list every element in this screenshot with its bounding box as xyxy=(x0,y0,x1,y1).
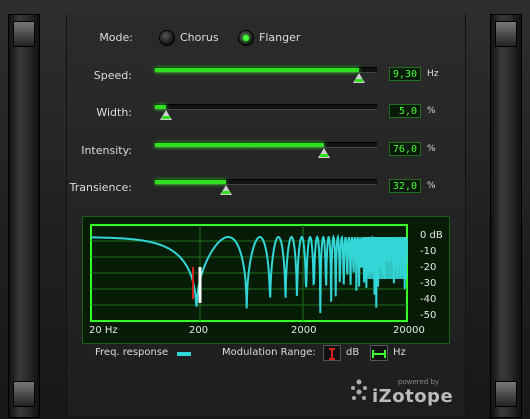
hz-range-icon[interactable] xyxy=(370,345,388,361)
rail-screw xyxy=(13,21,35,47)
width-value-field[interactable]: 5,0 xyxy=(389,104,421,118)
intensity-label: Intensity: xyxy=(81,144,132,157)
transience-label: Transience: xyxy=(69,181,132,194)
y-tick-label: -20 xyxy=(420,262,437,273)
right-rack-rail xyxy=(490,14,522,418)
speed-slider-handle[interactable] xyxy=(353,73,366,83)
intensity-slider[interactable] xyxy=(155,142,377,158)
intensity-fill xyxy=(155,143,324,147)
y-tick-label: -10 xyxy=(420,246,437,257)
intensity-value-field[interactable]: 76,0 xyxy=(389,142,421,156)
width-fill xyxy=(155,105,167,109)
speed-value-field[interactable]: 9,30 xyxy=(389,67,421,81)
width-unit: % xyxy=(427,106,436,116)
izotope-logo-text: iZotope xyxy=(372,386,454,407)
chorus-label: Chorus xyxy=(180,31,219,44)
transience-unit: % xyxy=(427,181,436,191)
freq-response-swatch xyxy=(177,352,191,356)
db-range-label: dB xyxy=(346,347,360,358)
hz-range-label: Hz xyxy=(393,347,406,358)
y-tick-label: -40 xyxy=(420,294,437,305)
transience-value-field[interactable]: 32,0 xyxy=(389,179,421,193)
speed-fill xyxy=(155,68,360,72)
chorus-radio[interactable] xyxy=(159,30,175,46)
freq-response-legend-label: Freq. response xyxy=(95,347,169,358)
x-tick-label: 20 Hz xyxy=(89,325,118,336)
flanger-radio[interactable] xyxy=(238,30,254,46)
modulation-range-label: Modulation Range: xyxy=(222,347,316,358)
izotope-logo-icon xyxy=(351,379,367,400)
x-tick-label: 200 xyxy=(189,325,209,336)
width-slider-handle[interactable] xyxy=(160,110,173,120)
x-tick-label: 2000 xyxy=(291,325,317,336)
x-tick-label: 20000 xyxy=(393,325,425,336)
dense-comb-region xyxy=(363,237,407,279)
flanger-label: Flanger xyxy=(259,31,301,44)
transience-slider[interactable] xyxy=(155,179,377,195)
db-range-icon[interactable] xyxy=(323,345,341,361)
speed-slider[interactable] xyxy=(155,67,377,83)
flanger-plugin-window: Mode: Chorus Flanger Speed: 9,30 Hz Widt… xyxy=(0,0,530,419)
speed-unit: Hz xyxy=(427,69,439,79)
width-label: Width: xyxy=(96,106,132,119)
intensity-unit: % xyxy=(427,144,436,154)
response-curve xyxy=(91,233,408,314)
speed-label: Speed: xyxy=(93,69,132,82)
mode-label: Mode: xyxy=(99,31,133,44)
rail-screw xyxy=(495,21,517,47)
rail-screw xyxy=(495,381,517,407)
intensity-slider-handle[interactable] xyxy=(317,148,330,158)
y-tick-label: 0 dB xyxy=(420,230,443,241)
rail-screw xyxy=(13,381,35,407)
width-slider[interactable] xyxy=(155,104,377,120)
powered-by-label: powered by xyxy=(398,378,440,386)
frequency-response-display[interactable]: 0 dB -10 -20 -30 -40 -50 20 Hz 200 2000 … xyxy=(82,216,450,344)
y-tick-label: -50 xyxy=(420,310,437,321)
transience-fill xyxy=(155,180,227,184)
y-tick-label: -30 xyxy=(420,278,437,289)
transience-slider-handle[interactable] xyxy=(220,185,233,195)
